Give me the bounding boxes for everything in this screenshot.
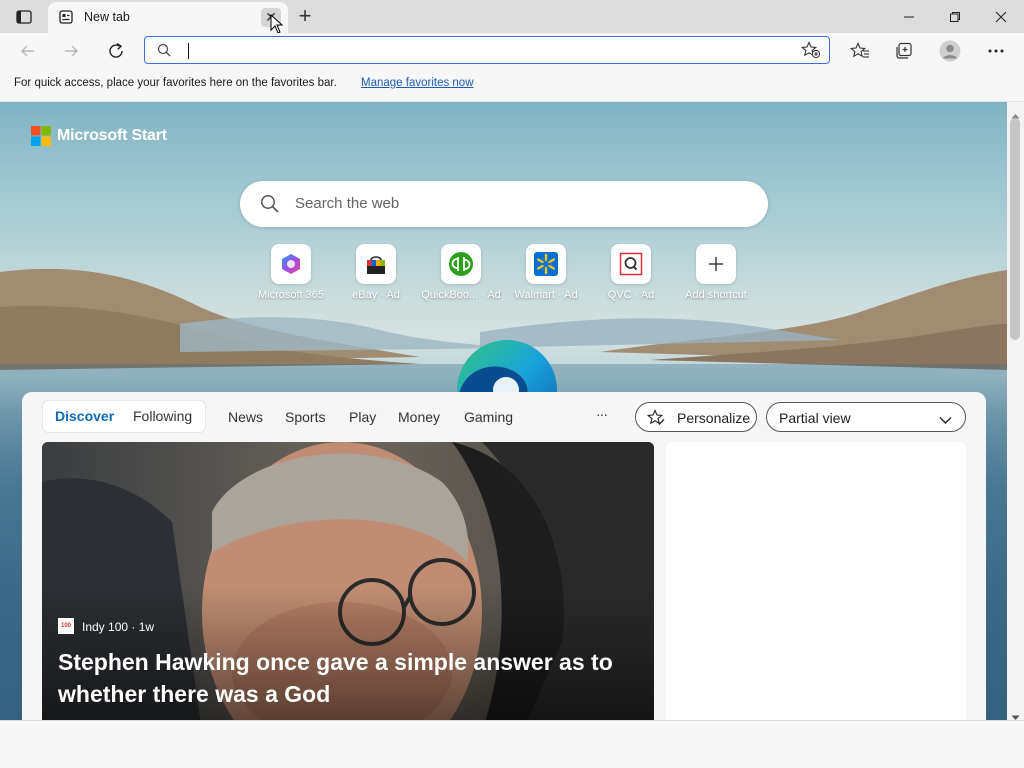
source-logo-icon: 100 (58, 618, 74, 634)
tab-strip: New tab ✕ + (0, 0, 1024, 34)
hero-news-card[interactable]: 100 Indy 100 · 1w Stephen Hawking once g… (42, 442, 654, 720)
browser-toolbar (0, 33, 1024, 69)
tab-discover[interactable]: Discover (55, 408, 114, 424)
personalize-button[interactable]: Personalize (635, 402, 757, 432)
content-view-dropdown[interactable]: Partial view (766, 402, 966, 432)
shortcut-microsoft-365[interactable]: Microsoft 365 (246, 244, 336, 306)
page-scrollbar[interactable] (1007, 102, 1024, 720)
quickbooks-icon (441, 244, 481, 284)
minimize-button[interactable] (886, 0, 932, 33)
microsoft-logo-icon (31, 126, 51, 146)
shortcut-label: Add shortcut (685, 289, 747, 301)
favorites-bar: For quick access, place your favorites h… (0, 69, 1024, 102)
feed-panel: Discover Following News Sports Play Mone… (22, 392, 986, 720)
profile-avatar-icon[interactable] (936, 37, 964, 65)
nav-news[interactable]: News (228, 409, 263, 425)
discover-following-toggle: Discover Following (42, 400, 206, 433)
article-source: Indy 100 · 1w (82, 620, 155, 634)
shortcut-quickbooks[interactable]: QuickBoo... · Ad (416, 244, 506, 306)
tab-new-tab[interactable]: New tab ✕ (48, 2, 288, 34)
tab-following[interactable]: Following (133, 408, 192, 424)
microsoft-365-icon (271, 244, 311, 284)
manage-favorites-link[interactable]: Manage favorites now (361, 77, 474, 89)
chevron-down-icon (939, 412, 952, 428)
article-headline[interactable]: Stephen Hawking once gave a simple answe… (58, 646, 628, 710)
ebay-icon (356, 244, 396, 284)
address-bar[interactable] (144, 36, 830, 64)
nav-sports[interactable]: Sports (285, 409, 325, 425)
edge-logo-icon (457, 340, 557, 394)
shortcut-label: QuickBoo... · Ad (421, 289, 501, 301)
shortcut-qvc[interactable]: QVC · Ad (586, 244, 676, 306)
content-view-value: Partial view (779, 410, 851, 426)
collections-icon[interactable] (890, 37, 918, 65)
nav-gaming[interactable]: Gaming (464, 409, 513, 425)
add-shortcut-button[interactable]: Add shortcut (671, 244, 761, 306)
shortcut-ebay[interactable]: eBay · Ad (331, 244, 421, 306)
scrollbar-thumb[interactable] (1010, 118, 1020, 340)
side-card (666, 442, 966, 720)
favorites-bar-message: For quick access, place your favorites h… (14, 77, 337, 89)
tab-title: New tab (84, 10, 130, 24)
search-icon (260, 194, 280, 219)
forward-button[interactable] (57, 37, 85, 65)
nav-money[interactable]: Money (398, 409, 440, 425)
window-bottom-area (0, 720, 1024, 768)
new-tab-page: Microsoft Start Search the web Microsoft… (0, 102, 1007, 720)
shortcut-label: Walmart · Ad (514, 289, 578, 301)
plus-icon (696, 244, 736, 284)
restore-button[interactable] (932, 0, 978, 33)
shortcut-label: Microsoft 365 (257, 289, 325, 301)
web-search-box[interactable]: Search the web (240, 181, 768, 227)
qvc-icon (611, 244, 651, 284)
text-caret (188, 43, 189, 59)
nav-play[interactable]: Play (349, 409, 376, 425)
add-favorite-icon[interactable] (800, 41, 821, 64)
search-placeholder: Search the web (295, 195, 400, 212)
personalize-label: Personalize (677, 410, 751, 426)
shortcut-label: eBay · Ad (352, 289, 400, 301)
new-tab-button[interactable]: + (293, 3, 317, 28)
settings-more-icon[interactable] (982, 37, 1010, 65)
new-tab-page-icon (59, 10, 73, 29)
close-window-button[interactable] (978, 0, 1024, 33)
more-nav-button[interactable]: ··· (596, 406, 608, 422)
tab-actions-icon[interactable] (10, 6, 38, 28)
sparkle-edit-icon (646, 409, 665, 429)
microsoft-start-logo[interactable]: Microsoft Start (31, 126, 167, 146)
back-button[interactable] (14, 37, 42, 65)
shortcut-walmart[interactable]: Walmart · Ad (501, 244, 591, 306)
favorites-icon[interactable] (846, 37, 874, 65)
walmart-icon (526, 244, 566, 284)
shortcut-label: QVC · Ad (607, 289, 655, 301)
search-icon (157, 43, 171, 62)
refresh-button[interactable] (102, 37, 130, 65)
brand-name: Microsoft Start (57, 127, 167, 144)
address-input[interactable] (185, 40, 789, 62)
